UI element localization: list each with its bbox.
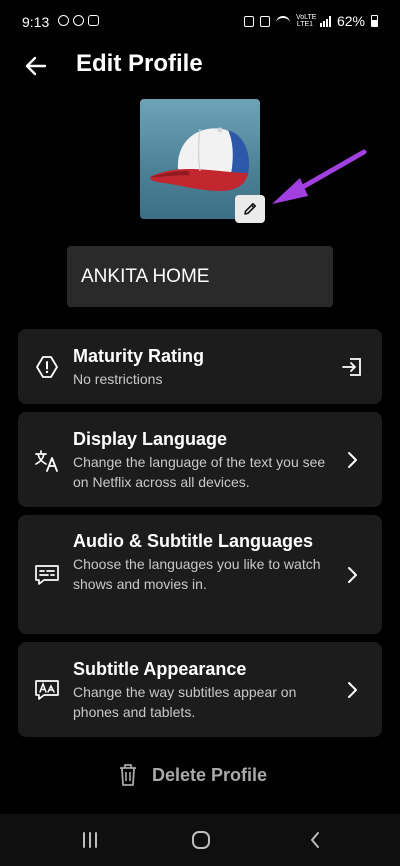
home-button[interactable] bbox=[189, 828, 213, 852]
delete-profile-label: Delete Profile bbox=[152, 764, 268, 785]
edit-avatar-button[interactable] bbox=[235, 195, 265, 223]
translate-icon bbox=[34, 448, 60, 474]
system-back-button[interactable] bbox=[303, 828, 327, 852]
subtitle-appearance-title: Subtitle Appearance bbox=[73, 659, 247, 679]
maturity-rating-text: Maturity Rating No restrictions bbox=[73, 344, 336, 389]
status-time: 9:13 bbox=[22, 14, 50, 30]
open-external-icon bbox=[340, 355, 364, 379]
recent-apps-icon bbox=[83, 832, 97, 848]
display-language-subtitle: Change the language of the text you see … bbox=[73, 454, 326, 490]
maturity-rating-card[interactable]: Maturity Rating No restrictions bbox=[18, 329, 382, 404]
subtitle-appearance-text: Subtitle Appearance Change the way subti… bbox=[73, 657, 336, 722]
maturity-rating-title: Maturity Rating bbox=[73, 346, 205, 366]
display-language-title: Display Language bbox=[73, 429, 228, 449]
subtitle-appearance-card[interactable]: Subtitle Appearance Change the way subti… bbox=[18, 642, 382, 737]
audio-subtitle-languages-text: Audio & Subtitle Languages Choose the la… bbox=[73, 529, 336, 594]
notification-icons bbox=[58, 15, 99, 26]
subtitle-appearance-subtitle: Change the way subtitles appear on phone… bbox=[73, 684, 297, 720]
alert-hexagon-icon bbox=[34, 354, 60, 380]
subtitles-icon bbox=[34, 562, 60, 588]
home-icon bbox=[192, 831, 210, 849]
battery-percent: 62% bbox=[336, 13, 365, 29]
gallery-icon bbox=[88, 15, 99, 26]
trash-icon bbox=[120, 764, 136, 786]
delete-profile-button[interactable]: Delete Profile bbox=[118, 760, 267, 790]
status-right: VoLTE LTE1 62% bbox=[243, 13, 378, 29]
chevron-right-icon bbox=[340, 678, 364, 702]
chevron-right-icon bbox=[340, 448, 364, 472]
instagram-icon-2 bbox=[73, 15, 84, 26]
profile-name-input[interactable] bbox=[67, 246, 333, 307]
display-language-text: Display Language Change the language of … bbox=[73, 427, 336, 492]
status-bar: 9:13 VoLTE LTE1 62% bbox=[0, 0, 400, 44]
alarm-icon bbox=[243, 15, 254, 27]
back-button[interactable] bbox=[22, 52, 50, 80]
back-arrow-icon bbox=[25, 56, 47, 76]
recent-apps-button[interactable] bbox=[78, 828, 102, 852]
page-title: Edit Profile bbox=[76, 50, 203, 77]
annotation-arrow-icon bbox=[272, 149, 367, 204]
mute-icon bbox=[259, 15, 270, 27]
wifi-icon bbox=[275, 16, 290, 26]
signal-icon bbox=[319, 15, 331, 27]
audio-subtitle-languages-subtitle: Choose the languages you like to watch s… bbox=[73, 556, 321, 592]
pencil-icon bbox=[244, 203, 256, 215]
maturity-rating-subtitle: No restrictions bbox=[73, 371, 163, 387]
chevron-left-icon bbox=[311, 832, 319, 848]
audio-subtitle-languages-title: Audio & Subtitle Languages bbox=[73, 531, 314, 551]
subtitle-style-icon bbox=[34, 677, 60, 703]
battery-icon bbox=[371, 15, 378, 27]
display-language-card[interactable]: Display Language Change the language of … bbox=[18, 412, 382, 507]
audio-subtitle-languages-card[interactable]: Audio & Subtitle Languages Choose the la… bbox=[18, 515, 382, 634]
instagram-icon bbox=[58, 15, 69, 26]
volte-label: VoLTE LTE1 bbox=[295, 14, 317, 28]
chevron-right-icon bbox=[340, 563, 364, 587]
system-nav-bar bbox=[0, 814, 400, 866]
